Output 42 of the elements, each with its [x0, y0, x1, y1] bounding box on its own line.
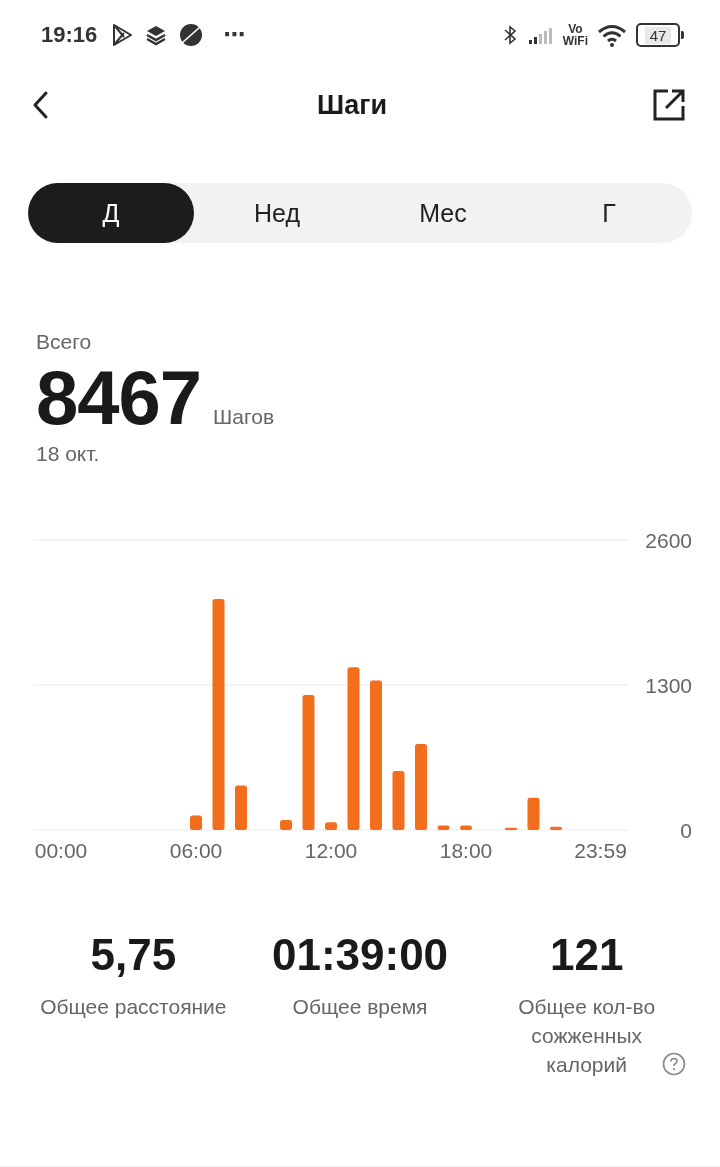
total-label: Всего [36, 330, 93, 354]
wifi-icon [598, 23, 626, 47]
layers-icon [145, 24, 168, 46]
bar [325, 822, 337, 830]
play-store-icon [111, 23, 134, 47]
axis-label: 0 [680, 819, 692, 842]
more-icon: ⋯ [223, 22, 246, 48]
bar [550, 826, 562, 830]
page-title: Шаги [317, 89, 387, 121]
stat-label: Общее кол-во сожженных калорий [517, 994, 657, 1078]
help-icon[interactable] [661, 1052, 686, 1076]
period-tab[interactable]: Мес [360, 183, 526, 243]
signal-icon [527, 26, 553, 44]
stat-value: 5,75 [89, 930, 178, 980]
bar [235, 785, 247, 830]
bar [505, 827, 517, 830]
bar [190, 815, 202, 830]
vowifi-label: Vo WiFi [562, 23, 588, 47]
axis-label: 12:00 [304, 839, 358, 862]
period-tab[interactable]: Нед [194, 183, 360, 243]
axis-label: 18:00 [439, 839, 493, 862]
period-tab[interactable]: Д [28, 183, 194, 243]
axis-label: 23:59 [574, 839, 627, 862]
bar [280, 819, 292, 830]
stat-label: Общее время [292, 994, 428, 1020]
bar [392, 770, 405, 830]
stat-value: 01:39:00 [270, 930, 450, 980]
bar [460, 825, 472, 830]
clock-time: 19:16 [41, 22, 98, 48]
step-count: 8467 [36, 354, 202, 441]
stat-value: 121 [548, 930, 625, 980]
unit-label: Шагов [213, 405, 275, 429]
bar [437, 825, 450, 830]
share-icon [652, 88, 686, 122]
axis-label: 06:00 [169, 839, 223, 862]
axis-label: 1300 [645, 674, 692, 697]
axis-label: 2600 [645, 529, 692, 552]
date-label: 18 окт. [36, 442, 101, 466]
period-tab[interactable]: Г [526, 183, 692, 243]
axis-label: 00:00 [34, 839, 88, 862]
bar [527, 797, 540, 830]
stat-label: Общее расстояние [40, 994, 227, 1020]
